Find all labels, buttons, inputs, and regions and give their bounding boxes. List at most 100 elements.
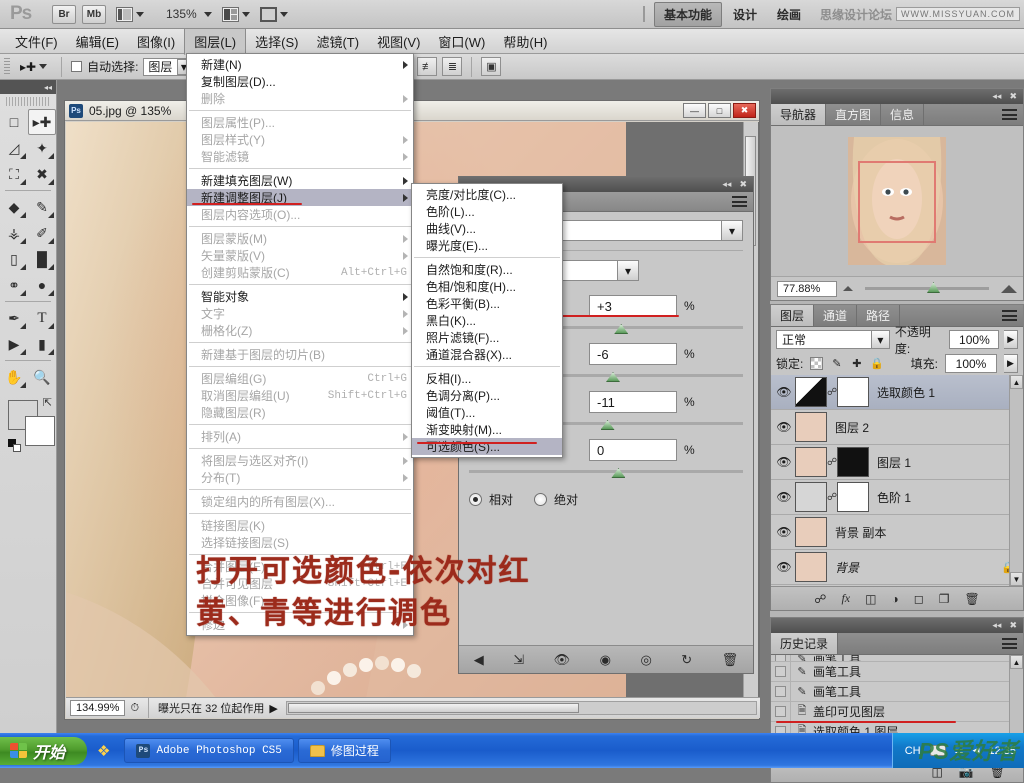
- menu-item-smart-object[interactable]: 智能对象: [187, 288, 413, 305]
- menu-help[interactable]: 帮助(H): [494, 29, 556, 54]
- current-tool-move[interactable]: ▸✚: [15, 60, 52, 74]
- yellow-slider-thumb[interactable]: [600, 420, 615, 430]
- add-layer-mask-icon[interactable]: ◫: [865, 592, 876, 606]
- menu-item-new[interactable]: 新建(N): [187, 56, 413, 73]
- lock-image-pixels-icon[interactable]: ✎: [830, 357, 843, 370]
- lock-all-icon[interactable]: 🔒: [870, 357, 884, 370]
- scroll-up-icon[interactable]: ▲: [1010, 655, 1023, 669]
- chevron-down-icon[interactable]: ▾: [721, 221, 742, 240]
- close-button[interactable]: ✖: [733, 103, 756, 118]
- collapse-icon[interactable]: ◂◂: [992, 91, 1001, 102]
- dodge-tool[interactable]: ●: [28, 272, 56, 298]
- options-bar-grip[interactable]: [4, 57, 10, 76]
- status-zoom-field[interactable]: 134.99%: [70, 700, 126, 716]
- blur-tool[interactable]: ⚭: [0, 272, 28, 298]
- taskbar-button-photoshop[interactable]: Ps Adobe Photoshop CS5: [124, 738, 294, 763]
- toolbox-grip[interactable]: [6, 97, 50, 106]
- table-row[interactable]: 👁 ☍ 色阶 1: [771, 480, 1023, 515]
- tab-layers[interactable]: 图层: [771, 305, 815, 326]
- quick-launch-bar[interactable]: ❖: [87, 733, 120, 768]
- view-extras-control[interactable]: [116, 6, 144, 22]
- preview-eye-icon[interactable]: ◉: [600, 652, 611, 668]
- lock-position-icon[interactable]: ✚: [850, 357, 863, 370]
- zoom-chevron-down-icon[interactable]: [203, 11, 212, 17]
- cyan-value-field[interactable]: +3: [589, 295, 677, 317]
- layer-visibility-icon[interactable]: 👁: [773, 490, 795, 504]
- navigator-preview-area[interactable]: [771, 126, 1023, 276]
- fill-value-field[interactable]: 100%: [945, 354, 997, 373]
- status-flyout-icon[interactable]: ▶: [269, 702, 277, 715]
- zoom-level-display[interactable]: 135%: [166, 7, 197, 21]
- history-snapshot-checkbox[interactable]: [771, 681, 791, 702]
- swap-colors-icon[interactable]: ⇱: [43, 396, 52, 409]
- submenu-item-black-white[interactable]: 黑白(K)...: [412, 312, 562, 329]
- workspace-tab-design[interactable]: 设计: [724, 3, 766, 26]
- move-tool[interactable]: ▸✚: [28, 109, 56, 135]
- layer-mask-thumbnail[interactable]: [837, 447, 869, 477]
- menu-item-new-fill-layer[interactable]: 新建填充图层(W): [187, 172, 413, 189]
- history-snapshot-checkbox[interactable]: [771, 701, 791, 722]
- eyedropper-tool[interactable]: ✖: [28, 161, 56, 187]
- table-row[interactable]: 👁 ☍ 图层 1: [771, 445, 1023, 480]
- layer-thumbnail[interactable]: [795, 447, 827, 477]
- auto-select-checkbox[interactable]: [71, 61, 83, 72]
- black-value-field[interactable]: 0: [589, 439, 677, 461]
- screen-mode-chevron-down-icon[interactable]: [279, 11, 288, 17]
- tab-channels[interactable]: 通道: [814, 305, 858, 326]
- absolute-radio[interactable]: [534, 493, 548, 506]
- list-item[interactable]: ✎ 画笔工具: [771, 661, 1023, 682]
- black-slider-track[interactable]: [469, 468, 743, 478]
- crop-tool[interactable]: ⛶: [0, 161, 28, 187]
- close-icon[interactable]: ✖: [739, 179, 747, 190]
- history-brush-tool[interactable]: ✐: [28, 220, 56, 246]
- scroll-down-icon[interactable]: ▼: [1010, 572, 1023, 586]
- submenu-item-brightness-contrast[interactable]: 亮度/对比度(C)...: [412, 186, 562, 203]
- menu-image[interactable]: 图像(I): [128, 29, 184, 54]
- submenu-item-color-balance[interactable]: 色彩平衡(B)...: [412, 295, 562, 312]
- layer-style-icon[interactable]: fx: [841, 591, 850, 606]
- new-layer-icon[interactable]: ❐: [939, 592, 950, 606]
- list-item[interactable]: ✎ 画笔工具: [771, 655, 1023, 662]
- bridge-button[interactable]: Br: [52, 4, 76, 24]
- gradient-tool[interactable]: █: [28, 246, 56, 272]
- panel-menu-icon[interactable]: [1002, 104, 1023, 125]
- background-color-swatch[interactable]: [25, 416, 55, 446]
- delete-layer-icon[interactable]: 🗑: [964, 592, 979, 606]
- panel-menu-icon[interactable]: [732, 196, 747, 207]
- layer-thumbnail[interactable]: [795, 412, 827, 442]
- minimize-button[interactable]: —: [683, 103, 706, 118]
- tab-navigator[interactable]: 导航器: [771, 104, 827, 125]
- clone-stamp-tool[interactable]: ⚶: [0, 220, 28, 246]
- brush-tool[interactable]: ✎: [28, 194, 56, 220]
- toolbox-collapse-button[interactable]: ◂◂: [0, 80, 56, 94]
- blend-mode-dropdown[interactable]: 正常 ▾: [776, 330, 890, 349]
- yellow-value-field[interactable]: -11: [589, 391, 677, 413]
- opacity-stepper-icon[interactable]: ▶: [1004, 330, 1018, 349]
- submenu-item-threshold[interactable]: 阈值(T)...: [412, 404, 562, 421]
- tab-history[interactable]: 历史记录: [771, 633, 839, 654]
- submenu-item-photo-filter[interactable]: 照片滤镜(F)...: [412, 329, 562, 346]
- toggle-layer-visibility-icon[interactable]: 👁: [554, 652, 571, 668]
- return-to-adjustment-list-icon[interactable]: ◀: [474, 652, 484, 668]
- scroll-up-icon[interactable]: ▲: [1010, 375, 1023, 389]
- canvas-horizontal-scrollbar[interactable]: [285, 701, 757, 715]
- layer-visibility-icon[interactable]: 👁: [773, 525, 795, 539]
- panel-menu-icon[interactable]: [1002, 305, 1023, 326]
- submenu-item-hue-saturation[interactable]: 色相/饱和度(H)...: [412, 278, 562, 295]
- new-group-icon[interactable]: ◻: [914, 592, 924, 606]
- magenta-value-field[interactable]: -6: [589, 343, 677, 365]
- navigator-zoom-thumb[interactable]: [927, 282, 940, 293]
- menu-view[interactable]: 视图(V): [368, 29, 429, 54]
- history-snapshot-checkbox[interactable]: [771, 661, 791, 682]
- tab-histogram[interactable]: 直方图: [826, 104, 882, 125]
- table-row[interactable]: 👁 图层 2: [771, 410, 1023, 445]
- workspace-tab-painting[interactable]: 绘画: [768, 3, 810, 26]
- type-tool[interactable]: T: [28, 305, 56, 331]
- menu-item-duplicate-layer[interactable]: 复制图层(D)...: [187, 73, 413, 90]
- path-selection-tool[interactable]: ▶: [0, 331, 28, 357]
- layer-thumbnail[interactable]: [795, 377, 827, 407]
- menu-select[interactable]: 选择(S): [246, 29, 307, 54]
- submenu-item-posterize[interactable]: 色调分离(P)...: [412, 387, 562, 404]
- fill-stepper-icon[interactable]: ▶: [1004, 354, 1018, 373]
- mini-bridge-button[interactable]: Mb: [82, 4, 106, 24]
